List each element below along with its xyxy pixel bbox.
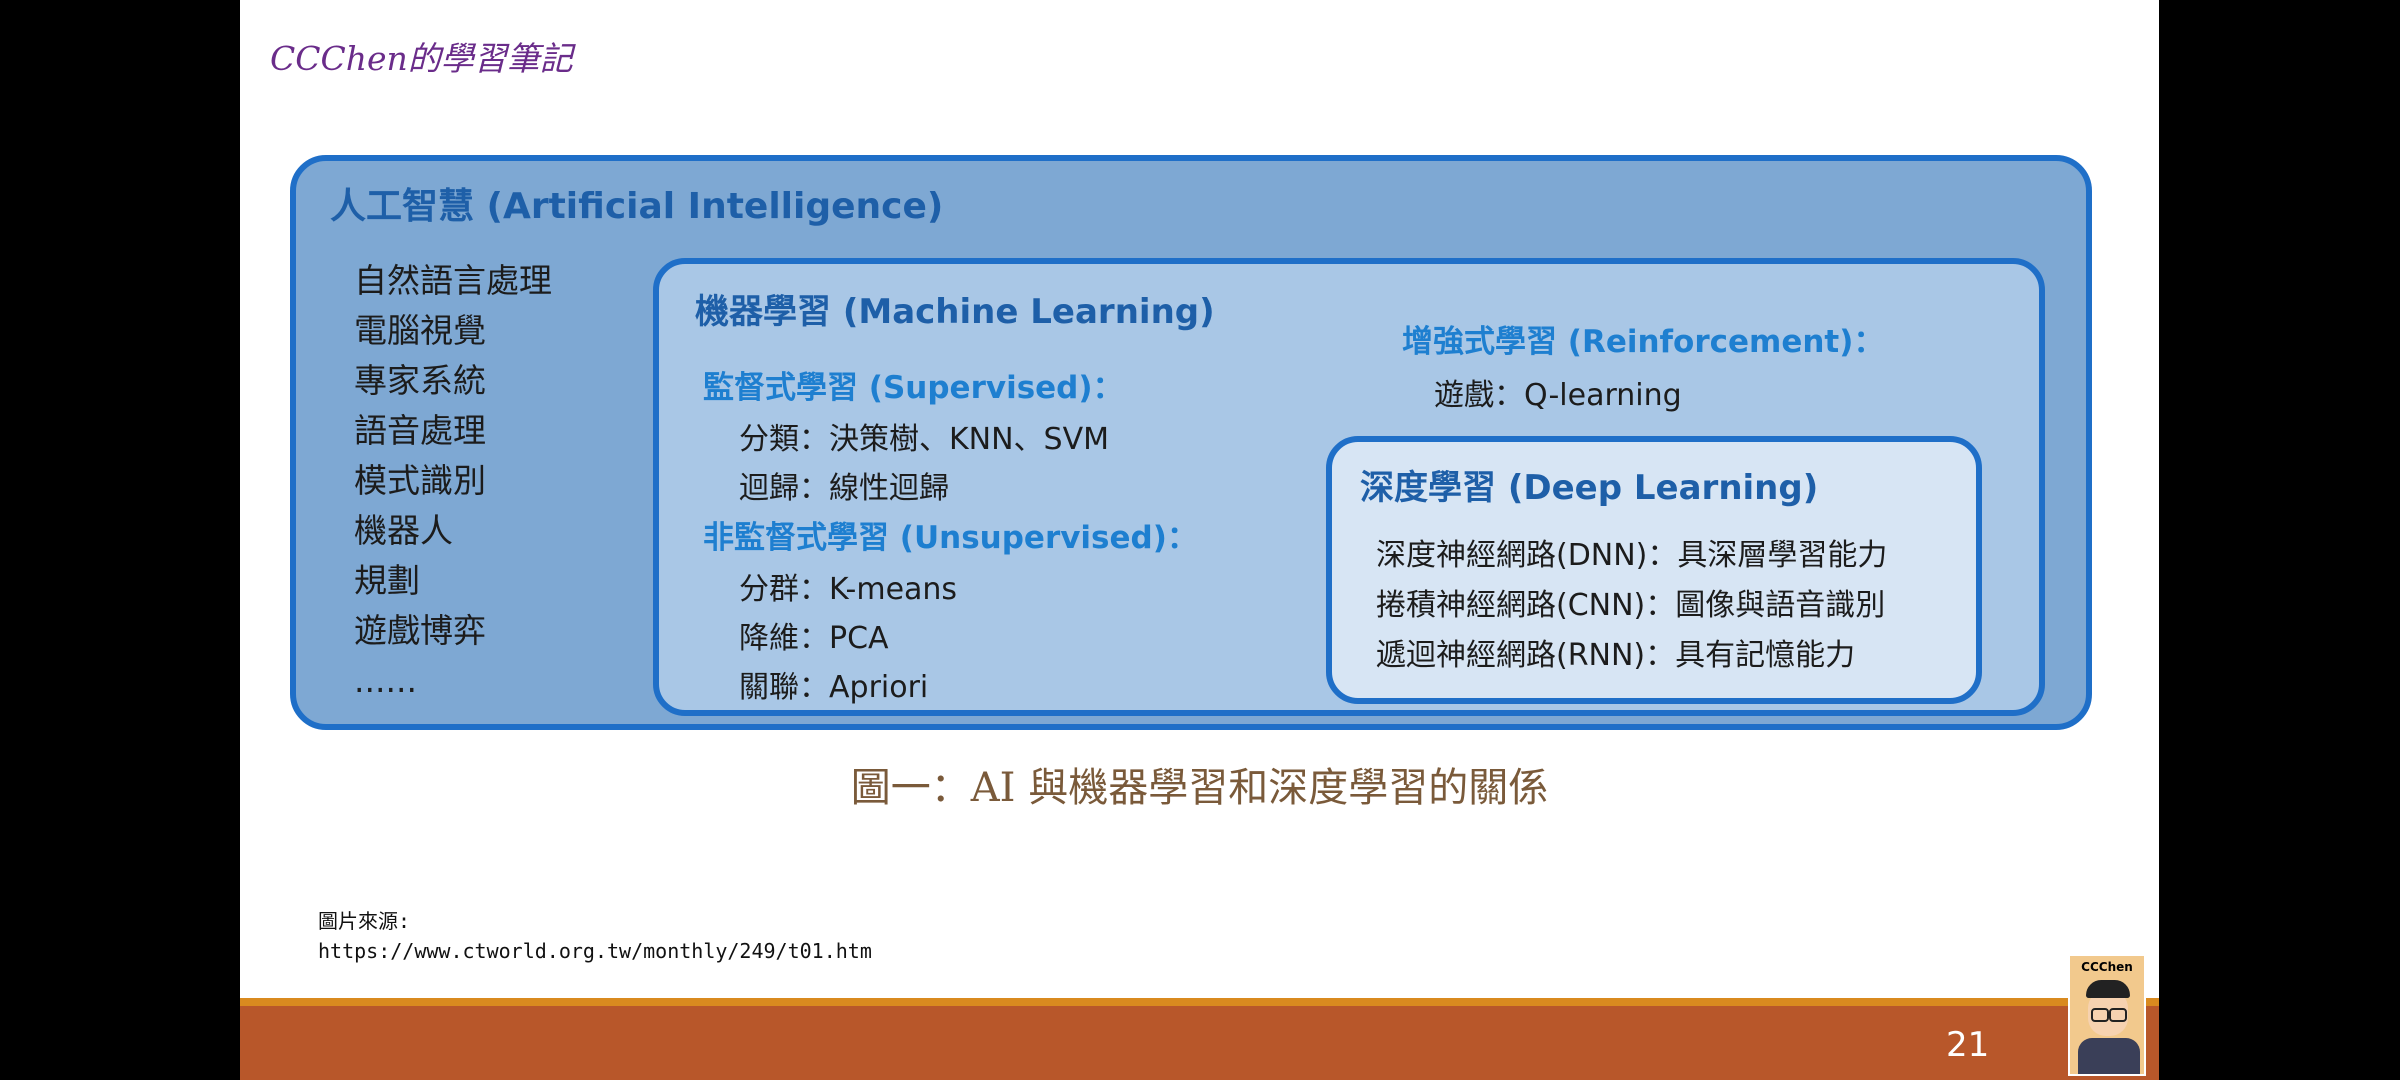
ai-items-list: 自然語言處理 電腦視覺 專家系統 語音處理 模式識別 機器人 規劃 遊戲博弈 .… (354, 256, 552, 706)
list-item: 電腦視覺 (354, 311, 486, 350)
unsupervised-item: 分群：K-means (739, 572, 958, 607)
glasses-icon (2109, 1008, 2127, 1022)
dl-item: 深度神經網路(DNN)：具深層學習能力 (1376, 538, 1888, 573)
list-item: 遊戲博弈 (354, 611, 486, 650)
avatar: CCChen (2068, 954, 2146, 1076)
figure-caption: 圖一：AI 與機器學習和深度學習的關係 (850, 765, 1549, 811)
reinforcement-title: 增強式學習 (Reinforcement)： (1402, 324, 1885, 360)
list-item: 模式識別 (354, 461, 486, 500)
image-source: 圖片來源: https://www.ctworld.org.tw/monthly… (318, 906, 872, 966)
ai-title: 人工智慧 (Artificial Intelligence) (330, 186, 944, 227)
dl-box: 深度學習 (Deep Learning) 深度神經網路(DNN)：具深層學習能力… (1326, 436, 1982, 704)
ml-title: 機器學習 (Machine Learning) (695, 292, 1215, 332)
unsupervised-item: 關聯：Apriori (739, 670, 929, 705)
dl-item: 捲積神經網路(CNN)：圖像與語音識別 (1376, 588, 1886, 623)
footer-accent-line (240, 998, 2159, 1006)
list-item: 語音處理 (354, 411, 486, 450)
supervised-title: 監督式學習 (Supervised)： (703, 370, 1124, 406)
brand-title: CCChen的學習筆記 (270, 39, 573, 78)
source-label: 圖片來源: (318, 909, 411, 933)
list-item: 專家系統 (354, 361, 486, 400)
unsupervised-item: 降維：PCA (739, 621, 889, 656)
source-url[interactable]: https://www.ctworld.org.tw/monthly/249/t… (318, 936, 872, 966)
reinforcement-item: 遊戲：Q-learning (1434, 378, 1682, 413)
avatar-body (2078, 1038, 2140, 1074)
supervised-item: 迴歸：線性迴歸 (739, 471, 949, 506)
dl-title: 深度學習 (Deep Learning) (1360, 468, 1819, 508)
slide: CCChen的學習筆記 人工智慧 (Artificial Intelligenc… (240, 0, 2159, 1080)
list-item: ...... (354, 661, 417, 700)
list-item: 機器人 (354, 511, 453, 550)
glasses-icon (2091, 1008, 2109, 1022)
list-item: 自然語言處理 (354, 261, 552, 300)
footer-bar (240, 1006, 2159, 1080)
list-item: 規劃 (354, 561, 420, 600)
avatar-label: CCChen (2081, 960, 2133, 974)
dl-item: 遞迴神經網路(RNN)：具有記憶能力 (1376, 638, 1856, 673)
page-number: 21 (1946, 1025, 1990, 1065)
unsupervised-title: 非監督式學習 (Unsupervised)： (703, 520, 1198, 556)
avatar-hair (2086, 980, 2130, 998)
supervised-item: 分類：決策樹、KNN、SVM (739, 422, 1110, 457)
